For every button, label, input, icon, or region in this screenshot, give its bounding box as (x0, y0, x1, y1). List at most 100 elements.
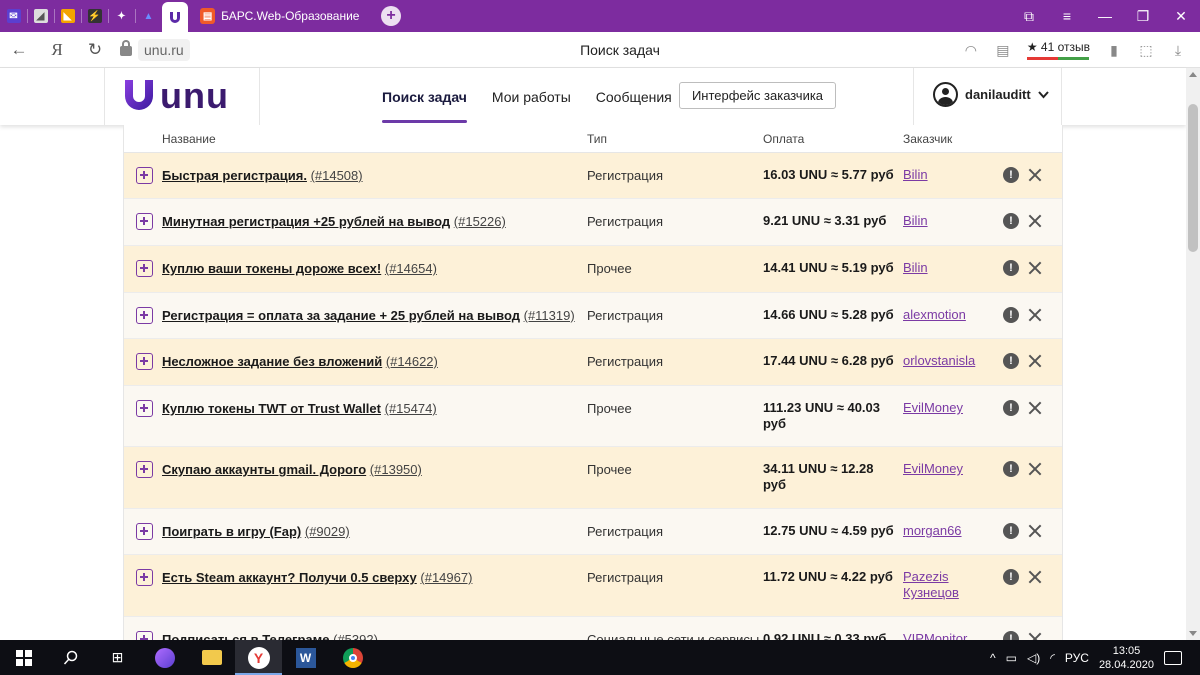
task-title[interactable]: Минутная регистрация +25 рублей на вывод… (162, 214, 506, 229)
report-icon[interactable]: ! (1003, 353, 1019, 369)
headphones-icon[interactable]: ◠ (955, 42, 987, 59)
expand-row-icon[interactable] (136, 523, 153, 540)
task-title[interactable]: Поиграть в игру (Fap) (#9029) (162, 524, 350, 539)
pinned-tab-5[interactable]: ✦ (108, 0, 135, 32)
pinned-tab-4[interactable]: ⚡ (81, 0, 108, 32)
task-name[interactable]: Есть Steam аккаунт? Получи 0.5 сверху (162, 570, 417, 585)
minimize-icon[interactable]: — (1086, 8, 1124, 24)
report-icon[interactable]: ! (1003, 461, 1019, 477)
task-customer-link[interactable]: alexmotion (903, 307, 998, 323)
tab-bars-web[interactable]: ▤ БАРС.Web-Образование (188, 0, 363, 32)
language-indicator[interactable]: РУС (1065, 651, 1089, 665)
report-icon[interactable]: ! (1003, 307, 1019, 323)
chevron-up-icon[interactable]: ^ (990, 651, 996, 665)
expand-row-icon[interactable] (136, 260, 153, 277)
table-row[interactable]: Куплю ваши токены дороже всех! (#14654) П… (124, 246, 1062, 293)
report-icon[interactable]: ! (1003, 260, 1019, 276)
reader-mode-icon[interactable]: ▤ (987, 42, 1019, 59)
url-field[interactable]: unu.ru (138, 38, 190, 61)
expand-row-icon[interactable] (136, 461, 153, 478)
task-title[interactable]: Скупаю аккаунты gmail. Дорого (#13950) (162, 462, 422, 477)
expand-row-icon[interactable] (136, 631, 153, 640)
table-row[interactable]: Регистрация = оплата за задание + 25 руб… (124, 293, 1062, 339)
search-button[interactable] (47, 640, 94, 675)
wifi-icon[interactable]: ◜ (1050, 651, 1055, 665)
pinned-tab-mail[interactable]: ✉ (0, 0, 27, 32)
table-row[interactable]: Минутная регистрация +25 рублей на вывод… (124, 199, 1062, 246)
hide-task-icon[interactable] (1027, 353, 1043, 369)
task-customer-link[interactable]: Bilin (903, 260, 998, 276)
task-customer-link[interactable]: EvilMoney (903, 461, 998, 477)
report-icon[interactable]: ! (1003, 400, 1019, 416)
tabs-collection-icon[interactable]: ⧉ (1010, 8, 1048, 25)
scrollbar-thumb[interactable] (1188, 104, 1198, 252)
report-icon[interactable]: ! (1003, 523, 1019, 539)
hide-task-icon[interactable] (1027, 400, 1043, 416)
yandex-button[interactable]: Я (38, 40, 76, 60)
hide-task-icon[interactable] (1027, 569, 1043, 585)
table-row[interactable]: Скупаю аккаунты gmail. Дорого (#13950) Пр… (124, 447, 1062, 509)
task-name[interactable]: Регистрация = оплата за задание + 25 руб… (162, 308, 520, 323)
table-row[interactable]: Подписаться в Телеграме (#5392) Социальны… (124, 617, 1062, 640)
expand-row-icon[interactable] (136, 213, 153, 230)
task-customer-link[interactable]: Bilin (903, 213, 998, 229)
nav-messages[interactable]: Сообщения (596, 68, 672, 125)
reload-icon[interactable]: ↻ (76, 40, 114, 60)
start-button[interactable] (0, 640, 47, 675)
task-customer-link[interactable]: VIPMonitor (903, 631, 998, 640)
menu-icon[interactable]: ≡ (1048, 8, 1086, 24)
pinned-tab-2[interactable]: ◢ (27, 0, 54, 32)
hide-task-icon[interactable] (1027, 213, 1043, 229)
report-icon[interactable]: ! (1003, 213, 1019, 229)
task-customer-link[interactable]: EvilMoney (903, 400, 998, 416)
nav-my-works[interactable]: Мои работы (492, 68, 571, 125)
task-name[interactable]: Куплю ваши токены дороже всех! (162, 261, 381, 276)
collections-icon[interactable]: ⬚ (1130, 42, 1162, 59)
close-window-icon[interactable]: ✕ (1162, 8, 1200, 25)
site-logo[interactable]: unu (124, 78, 229, 114)
restore-icon[interactable]: ❐ (1124, 8, 1162, 25)
task-customer-link[interactable]: Bilin (903, 167, 998, 183)
page-scrollbar[interactable] (1186, 68, 1200, 640)
report-icon[interactable]: ! (1003, 569, 1019, 585)
hide-task-icon[interactable] (1027, 523, 1043, 539)
yandex-browser-button[interactable]: Y (235, 640, 282, 675)
task-title[interactable]: Куплю токены TWT от Trust Wallet (#15474… (162, 401, 437, 416)
task-name[interactable]: Скупаю аккаунты gmail. Дорого (162, 462, 366, 477)
volume-icon[interactable]: ◁) (1027, 651, 1040, 665)
hide-task-icon[interactable] (1027, 461, 1043, 477)
expand-row-icon[interactable] (136, 400, 153, 417)
download-icon[interactable]: ⤓ (1162, 42, 1194, 59)
task-title[interactable]: Быстрая регистрация. (#14508) (162, 168, 363, 183)
tab-unu-active[interactable] (162, 1, 188, 34)
table-row[interactable]: Поиграть в игру (Fap) (#9029) Регистрация… (124, 509, 1062, 555)
pinned-tab-6[interactable]: ▲ (135, 0, 162, 32)
expand-row-icon[interactable] (136, 307, 153, 324)
task-customer-link[interactable]: Pazezis Кузнецов (903, 569, 998, 601)
table-row[interactable]: Есть Steam аккаунт? Получи 0.5 сверху (#… (124, 555, 1062, 617)
hide-task-icon[interactable] (1027, 167, 1043, 183)
hide-task-icon[interactable] (1027, 631, 1043, 640)
task-name[interactable]: Быстрая регистрация. (162, 168, 307, 183)
task-title[interactable]: Несложное задание без вложений (#14622) (162, 354, 438, 369)
report-icon[interactable]: ! (1003, 167, 1019, 183)
table-row[interactable]: Несложное задание без вложений (#14622) Р… (124, 339, 1062, 386)
reviews-badge[interactable]: ★ 41 отзыв (1027, 40, 1090, 60)
task-customer-link[interactable]: orlovstanisla (903, 353, 998, 369)
report-icon[interactable]: ! (1003, 631, 1019, 640)
battery-icon[interactable]: ▭ (1006, 651, 1017, 665)
new-tab-button[interactable]: + (381, 6, 401, 26)
hide-task-icon[interactable] (1027, 260, 1043, 276)
customer-interface-button[interactable]: Интерфейс заказчика (679, 82, 836, 109)
expand-row-icon[interactable] (136, 569, 153, 586)
chrome-button[interactable] (329, 640, 376, 675)
task-view-button[interactable]: ⊞ (94, 640, 141, 675)
notifications-icon[interactable] (1164, 650, 1182, 665)
task-title[interactable]: Есть Steam аккаунт? Получи 0.5 сверху (#… (162, 570, 472, 585)
user-menu[interactable]: danilauditt (933, 82, 1049, 107)
task-name[interactable]: Подписаться в Телеграме (162, 632, 330, 640)
task-title[interactable]: Куплю ваши токены дороже всех! (#14654) (162, 261, 437, 276)
clock[interactable]: 13:05 28.04.2020 (1099, 644, 1154, 672)
alice-button[interactable] (141, 640, 188, 675)
task-name[interactable]: Куплю токены TWT от Trust Wallet (162, 401, 381, 416)
